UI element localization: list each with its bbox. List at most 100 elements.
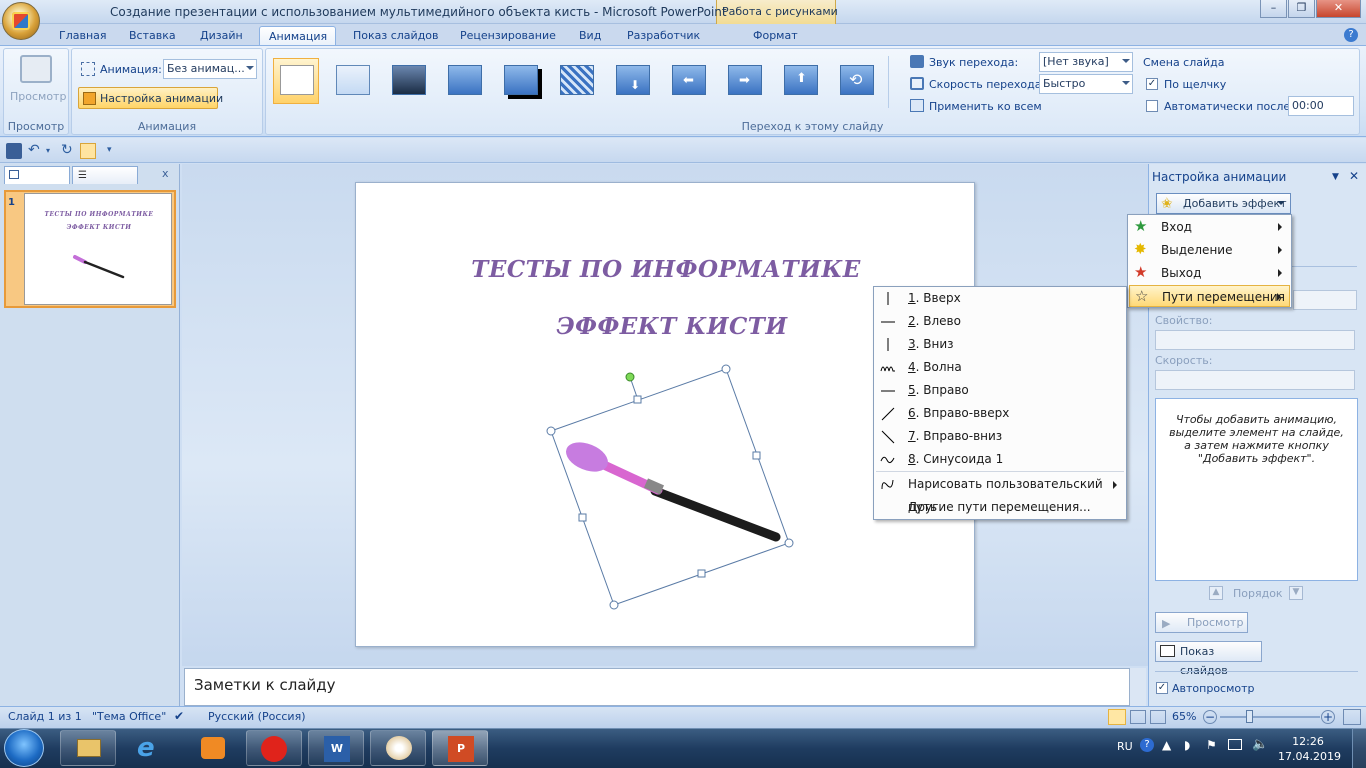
zoom-slider-track[interactable] (1220, 716, 1320, 718)
help-icon[interactable]: ? (1344, 28, 1358, 42)
tab-format[interactable]: Формат (744, 26, 807, 46)
start-button[interactable] (4, 729, 44, 767)
system-clock[interactable]: 12:26 17.04.2019 (1278, 734, 1341, 764)
path-wave[interactable]: 4. Волна (875, 356, 1125, 379)
tab-design[interactable]: Дизайн (191, 26, 252, 46)
slideshow-view-icon[interactable] (1150, 710, 1166, 724)
tab-view[interactable]: Вид (570, 26, 610, 46)
path-up[interactable]: 1. Вверх (875, 287, 1125, 310)
resize-handle-tr[interactable] (721, 364, 731, 374)
powerpoint-taskbar-icon[interactable]: P (432, 730, 488, 766)
path-draw-custom[interactable]: Нарисовать пользовательский путь (875, 473, 1125, 514)
transition-none[interactable] (273, 58, 319, 104)
explorer-taskbar-icon[interactable] (60, 730, 116, 766)
resize-handle-b[interactable] (697, 569, 706, 578)
auto-time-spinner[interactable]: 00:00 (1288, 96, 1354, 116)
start-dropdown[interactable] (1293, 290, 1357, 310)
menu-item-entrance[interactable]: ★ Вход (1129, 216, 1290, 238)
maximize-button[interactable]: ❐ (1288, 0, 1315, 18)
property-dropdown[interactable] (1155, 330, 1355, 350)
path-right-down[interactable]: 7. Вправо-вниз (875, 425, 1125, 448)
custom-tool-icon[interactable] (80, 143, 96, 159)
network-icon[interactable] (1228, 739, 1242, 750)
word-taskbar-icon[interactable]: W (308, 730, 364, 766)
transition-wipe-down[interactable]: ⬇ (609, 58, 655, 104)
fit-to-window-icon[interactable] (1343, 709, 1361, 725)
path-more[interactable]: Другие пути перемещения... (875, 496, 1125, 519)
transition-wipe-up[interactable]: ⬆ (777, 58, 823, 104)
tab-home[interactable]: Главная (50, 26, 116, 46)
transition-cut[interactable] (441, 58, 487, 104)
sound-dropdown[interactable]: [Нет звука] (1039, 52, 1133, 72)
task-pane-close-icon[interactable]: ✕ (1349, 169, 1359, 183)
order-up-icon[interactable]: ▲ (1209, 586, 1223, 600)
preview-button[interactable]: Просмотр (10, 90, 66, 103)
apply-all-button[interactable]: Применить ко всем (929, 100, 1042, 113)
task-pane-options-icon[interactable]: ▼ (1332, 172, 1339, 182)
tab-slides[interactable] (4, 166, 70, 184)
notes-field[interactable]: Заметки к слайду (184, 668, 1130, 706)
lang-help-icon[interactable]: ? (1140, 738, 1154, 752)
tray-device-icon[interactable]: ◗ (1184, 738, 1190, 752)
save-icon[interactable] (6, 143, 22, 159)
slides-pane-close[interactable]: x (162, 167, 169, 180)
resize-handle-bl[interactable] (609, 600, 619, 610)
spellcheck-icon[interactable]: ✔ (174, 709, 190, 723)
transition-gallery-scroll[interactable] (888, 56, 902, 108)
undo-icon[interactable]: ↶ (28, 142, 40, 158)
speed-dropdown[interactable]: Быстро (1039, 74, 1133, 94)
zoom-out-icon[interactable]: − (1203, 710, 1217, 724)
office-button[interactable] (2, 2, 40, 40)
redo-icon[interactable]: ↻ (61, 142, 73, 158)
animation-dropdown[interactable]: Без анимац... (163, 59, 257, 79)
close-button[interactable]: ✕ (1316, 0, 1361, 18)
input-language[interactable]: RU (1117, 740, 1133, 753)
autopreview-checkbox[interactable]: ✓ (1156, 682, 1168, 694)
on-click-checkbox[interactable]: ✓ (1146, 78, 1158, 90)
zoom-in-icon[interactable]: + (1321, 710, 1335, 724)
resize-handle-r[interactable] (752, 451, 761, 460)
path-right[interactable]: 5. Вправо (875, 379, 1125, 402)
pane-preview-button[interactable]: ▶ Просмотр (1155, 612, 1248, 633)
transition-wipe-left[interactable]: ⬅ (665, 58, 711, 104)
menu-item-motion-paths[interactable]: ☆ Пути перемещения (1129, 285, 1290, 307)
path-right-up[interactable]: 6. Вправо-вверх (875, 402, 1125, 425)
order-down-icon[interactable]: ▼ (1289, 586, 1303, 600)
zoom-slider-thumb[interactable] (1246, 710, 1253, 723)
language-status[interactable]: Русский (Россия) (208, 710, 306, 723)
resize-handle-l[interactable] (578, 513, 587, 522)
animation-list[interactable]: Чтобы добавить анимацию, выделите элемен… (1155, 398, 1358, 581)
add-effect-button[interactable]: ✬ Добавить эффект (1156, 193, 1291, 214)
tab-insert[interactable]: Вставка (120, 26, 185, 46)
ie-taskbar-icon[interactable]: e (122, 730, 178, 766)
zoom-level[interactable]: 65% (1172, 710, 1196, 723)
notes-scrollbar[interactable] (1130, 668, 1146, 706)
transition-wipe-right[interactable]: ➡ (721, 58, 767, 104)
tab-slideshow[interactable]: Показ слайдов (344, 26, 448, 46)
tray-arrow-icon[interactable]: ▲ (1162, 738, 1171, 752)
brush-picture[interactable] (540, 362, 810, 614)
transition-cut-black[interactable] (497, 58, 543, 104)
path-left[interactable]: 2. Влево (875, 310, 1125, 333)
resize-handle-br[interactable] (784, 538, 794, 548)
resize-handle-t[interactable] (633, 395, 642, 404)
rotate-handle[interactable] (625, 372, 635, 382)
action-center-flag-icon[interactable]: ⚑ (1206, 738, 1217, 752)
volume-icon[interactable]: 🔈 (1252, 737, 1268, 752)
slideshow-button[interactable]: Показ слайдов (1155, 641, 1262, 677)
path-sine[interactable]: 8. Синусоида 1 (875, 448, 1125, 471)
speed-pane-dropdown[interactable] (1155, 370, 1355, 390)
undo-dropdown-icon[interactable]: ▾ (46, 146, 50, 155)
transition-dissolve[interactable] (553, 58, 599, 104)
paint-taskbar-icon[interactable] (370, 730, 426, 766)
tab-developer[interactable]: Разработчик (618, 26, 709, 46)
recorder-taskbar-icon[interactable] (246, 730, 302, 766)
resize-handle-tl[interactable] (546, 426, 556, 436)
tab-outline[interactable]: ☰ (72, 166, 138, 184)
customize-qat-icon[interactable]: ▾ (107, 145, 112, 155)
menu-item-exit[interactable]: ★ Выход (1129, 262, 1290, 284)
minimize-button[interactable]: – (1260, 0, 1287, 18)
auto-after-checkbox[interactable] (1146, 100, 1158, 112)
transition-fade-black[interactable] (385, 58, 431, 104)
slide-sorter-icon[interactable] (1130, 710, 1146, 724)
